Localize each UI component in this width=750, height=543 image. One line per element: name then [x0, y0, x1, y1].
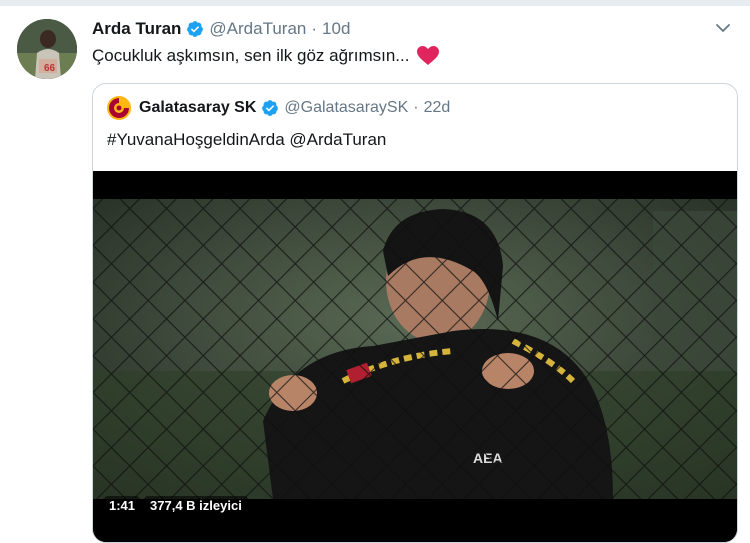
quote-author-name[interactable]: Galatasaray SK	[139, 99, 256, 117]
author-name[interactable]: Arda Turan	[92, 19, 181, 39]
avatar[interactable]: 66	[17, 19, 77, 79]
caret-down-icon[interactable]	[713, 20, 733, 36]
quote-header: Galatasaray SK @GalatasaraySK · 22d	[107, 96, 450, 120]
video-frame: AEA	[93, 171, 737, 542]
svg-text:66: 66	[44, 63, 56, 74]
tweet-text-content: Çocukluk aşkımsın, sen ilk göz ağrımsın.…	[92, 46, 410, 65]
heart-icon	[417, 46, 440, 66]
author-handle[interactable]: @ArdaTuran	[209, 19, 306, 39]
video-view-count: 377,4 B izleyici	[144, 495, 248, 515]
separator-dot: ·	[413, 99, 419, 116]
video-player[interactable]: AEA 1:41 377,4 B izleyici	[93, 171, 737, 542]
verified-icon	[261, 99, 279, 117]
video-duration: 1:41	[104, 495, 141, 515]
quote-text: #YuvanaHoşgeldinArda @ArdaTuran	[107, 130, 387, 149]
quoted-tweet[interactable]: Galatasaray SK @GalatasaraySK · 22d #Yuv…	[92, 83, 738, 543]
quote-author-handle[interactable]: @GalatasaraySK	[284, 99, 408, 117]
verified-icon	[186, 20, 204, 38]
tweet-time[interactable]: 10d	[322, 19, 350, 39]
tweet-text: Çocukluk aşkımsın, sen ilk göz ağrımsın.…	[92, 46, 440, 66]
video-overlay: 1:41 377,4 B izleyici	[104, 494, 248, 516]
tweet-header: Arda Turan @ArdaTuran · 10d	[92, 17, 350, 41]
top-divider	[0, 0, 750, 6]
galatasaray-logo[interactable]	[107, 96, 131, 120]
quote-time[interactable]: 22d	[424, 99, 451, 117]
separator-dot: ·	[311, 19, 318, 38]
